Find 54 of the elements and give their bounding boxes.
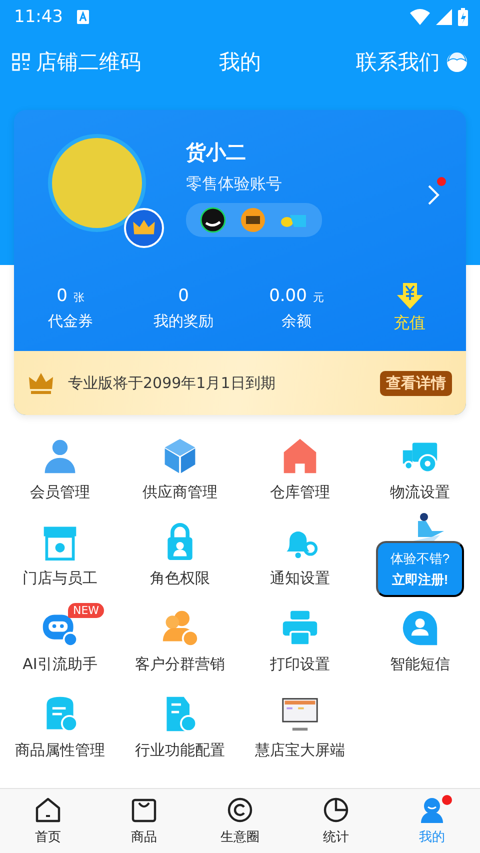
qr-code-icon [12,53,30,71]
stat-value: 0 [56,286,68,306]
feature-item[interactable]: 智能短信 [360,603,480,689]
account-name: 货小二 [186,138,247,166]
feature-item[interactable]: 行业功能配置 [120,689,240,775]
feature-item[interactable]: 供应商管理 [120,431,240,517]
feature-item[interactable]: NEW AI引流助手 [0,603,120,689]
view-details-button[interactable]: 查看详情 [380,370,452,396]
home-icon [34,796,62,824]
stat-value: 0.00 [269,286,307,306]
wifi-icon [410,9,430,25]
coin-badge-icon [240,206,266,232]
feature-item[interactable]: 角色权限 [120,517,240,603]
stat-value: 0 [178,286,189,306]
tab[interactable]: 生意圈 [192,789,288,853]
stat-label: 代金券 [48,312,93,330]
feature-item[interactable]: 打印设置 [240,603,360,689]
status-time: 11:43 [14,7,63,27]
stat-label: 余额 [282,312,312,330]
printer-icon [281,609,319,647]
battery-icon [458,8,468,26]
feature-item[interactable]: 仓库管理 [240,431,360,517]
feature-item[interactable]: 门店与员工 [0,517,120,603]
monitor-icon [281,695,319,733]
tab[interactable]: 统计 [288,789,384,853]
crown-icon [28,372,54,394]
feature-item[interactable]: 通知设置 [240,517,360,603]
tab[interactable]: 首页 [0,789,96,853]
chat-person-icon [401,609,439,647]
bag-icon [130,796,158,824]
feature-item[interactable]: 慧店宝大屏端 [240,689,360,775]
badge-pill[interactable] [186,202,322,236]
house-icon [281,437,319,475]
pie-chart-icon [322,796,350,824]
avatar-icon [446,51,468,73]
account-type: 零售体验账号 [186,174,283,194]
notification-icon [77,10,89,24]
crown-badge-icon [124,208,164,248]
yen-arrow-icon [396,282,422,308]
expiry-text: 专业版将于2099年1月1日到期 [68,374,276,392]
tab[interactable]: 商品 [96,789,192,853]
stat-unit: 元 [312,290,324,304]
feature-item[interactable]: 客户分群营销 [120,603,240,689]
feature-item[interactable]: 商品属性管理 [0,689,120,775]
new-badge: NEW [68,603,104,618]
signal-icon [436,9,452,25]
stat-label: 我的奖励 [154,312,214,330]
person-icon [418,796,446,824]
feature-item[interactable]: 会员管理 [0,431,120,517]
people-icon [161,609,199,647]
hand-logo-icon [200,206,226,232]
feature-item[interactable]: 物流设置 [360,431,480,517]
stat-unit: 张 [73,290,84,304]
page-title: 我的 [219,49,261,76]
